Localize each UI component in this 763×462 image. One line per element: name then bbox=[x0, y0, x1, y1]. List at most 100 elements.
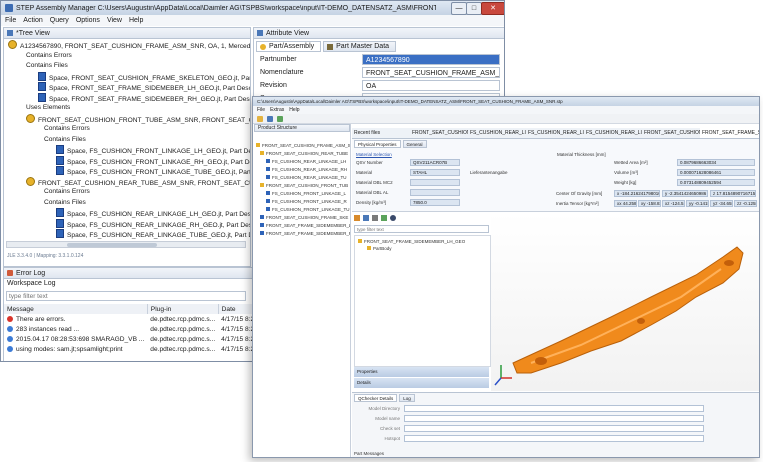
tree-row[interactable]: Contains Errors bbox=[44, 187, 90, 197]
horizontal-scrollbar[interactable] bbox=[6, 241, 246, 248]
viewer-menu-extras[interactable]: Extras bbox=[270, 107, 284, 113]
inertia-value[interactable]: xz -124.51 bbox=[662, 200, 685, 207]
menu-view[interactable]: View bbox=[107, 17, 122, 24]
maximize-button[interactable]: □ bbox=[466, 2, 482, 15]
file-tab[interactable]: FRONT_SEAT_FRAME_SID... bbox=[700, 128, 759, 138]
properties-bar[interactable]: Properties bbox=[354, 367, 489, 377]
inertia-value[interactable]: zz -0.1258 bbox=[734, 200, 757, 207]
log-row[interactable]: 2015.04.17 08:28:53:698 SMARAGD_VB ... de… bbox=[4, 334, 257, 344]
ps-tree-row[interactable]: FS_CUSHION_FRONT_LINKAGE_L bbox=[266, 190, 346, 197]
qc-value-field[interactable] bbox=[404, 405, 704, 412]
ps-tree-row[interactable]: FS_CUSHION_REAR_LINKAGE_RH bbox=[266, 166, 347, 173]
tree-row[interactable]: Space, FS_CUSHION_FRONT_LINKAGE_RH_GEO.j… bbox=[56, 155, 250, 166]
tab-product-structure[interactable]: Product Structure bbox=[254, 124, 350, 132]
file-tab[interactable]: FS_CUSHION_REAR_LINKA... bbox=[468, 128, 528, 138]
ps-tree-row[interactable]: FS_CUSHION_FRONT_LINKAGE_TU bbox=[266, 206, 350, 213]
details-bar[interactable]: Details bbox=[354, 378, 489, 388]
scrollbar-thumb[interactable] bbox=[67, 243, 157, 247]
property-value[interactable]: STAHL bbox=[410, 169, 460, 176]
viewer-menu-help[interactable]: Help bbox=[289, 107, 299, 113]
ps-tree-row[interactable]: FRONT_SEAT_CUSHION_FRAME_ASM_S bbox=[256, 142, 350, 149]
tab-attribute-view[interactable]: Attribute View bbox=[254, 28, 504, 39]
tab-error-log[interactable]: Error Log bbox=[4, 268, 257, 279]
geo-icon-5[interactable] bbox=[390, 215, 396, 221]
attribute-value-field[interactable]: FRONT_SEAT_CUSHION_FRAME_ASM_SNR bbox=[362, 67, 500, 78]
tree-row[interactable]: Contains Errors bbox=[26, 51, 72, 61]
menu-query[interactable]: Query bbox=[50, 17, 69, 24]
inertia-value[interactable]: yz -34.6581 bbox=[710, 200, 733, 207]
log-row[interactable]: There are errors. de.pdtec.rcp.pdmc.s... 4… bbox=[4, 314, 257, 324]
qc-value-field[interactable] bbox=[404, 435, 704, 442]
tree-row[interactable]: Space, FS_CUSHION_FRONT_LINKAGE_TUBE_GEO… bbox=[56, 166, 250, 176]
geo-tree-child[interactable]: PartBody bbox=[367, 245, 392, 252]
geo-filter-input[interactable] bbox=[354, 225, 489, 233]
close-button[interactable]: ✕ bbox=[481, 2, 504, 15]
file-tab[interactable]: Recent files bbox=[352, 128, 412, 138]
tab-log[interactable]: Log bbox=[399, 394, 415, 402]
geo-icon-1[interactable] bbox=[354, 215, 360, 221]
menu-help[interactable]: Help bbox=[129, 17, 143, 24]
tab-part-assembly[interactable]: Part/Assembly bbox=[256, 41, 322, 52]
ps-tree-row[interactable]: FRONT_SEAT_CUSHION_FRONT_TUB bbox=[260, 182, 348, 189]
geo-tree-root[interactable]: FRONT_SEAT_FRAME_SIDEMEMBER_LH_GEO bbox=[358, 238, 465, 245]
tab-tree-view[interactable]: *Tree View bbox=[4, 28, 250, 39]
error-log-filter-input[interactable] bbox=[6, 291, 246, 301]
property-value[interactable]: 7850.0 bbox=[410, 199, 460, 206]
ps-tree-row[interactable]: FRONT_SEAT_FRAME_SIDEMEMBER_L bbox=[260, 222, 350, 229]
ps-tree-row[interactable]: FRONT_SEAT_CUSHION_FRAME_SKE bbox=[260, 214, 348, 221]
attribute-value-field[interactable]: OA bbox=[362, 80, 500, 91]
tree-row[interactable]: Space, FRONT_SEAT_CUSHION_FRAME_SKELETON… bbox=[38, 71, 250, 82]
tree-row[interactable]: Space, FS_CUSHION_FRONT_LINKAGE_LH_GEO.j… bbox=[56, 145, 250, 155]
property-value[interactable] bbox=[410, 189, 460, 196]
cog-value[interactable]: z 17.8154890716715 bbox=[710, 190, 756, 197]
tab-part-master-data[interactable]: Part Master Data bbox=[323, 41, 397, 52]
file-tab[interactable]: FS_CUSHION_REAR_LINKA... bbox=[526, 128, 586, 138]
geo-icon-4[interactable] bbox=[381, 215, 387, 221]
property-value[interactable] bbox=[410, 179, 460, 186]
tree-row[interactable]: Space, FRONT_SEAT_FRAME_SIDEMEBER_RH_GEO… bbox=[38, 92, 250, 103]
inertia-value[interactable]: yy -0.1415 bbox=[686, 200, 709, 207]
3d-viewport[interactable] bbox=[491, 213, 759, 391]
geo-icon-2[interactable] bbox=[363, 215, 369, 221]
tree-row[interactable]: Contains Files bbox=[26, 61, 68, 71]
tree-row[interactable]: Space, FS_CUSHION_REAR_LINKAGE_RH_GEO.jt… bbox=[56, 218, 250, 229]
col-message[interactable]: Message bbox=[4, 304, 148, 314]
geo-icon-3[interactable] bbox=[372, 215, 378, 221]
ps-tree-row[interactable]: FS_CUSHION_REAR_LINKAGE_LH bbox=[266, 158, 346, 165]
ps-tree-row[interactable]: FRONT_SEAT_FRAME_SIDEMEMBER_R bbox=[260, 230, 350, 237]
minimize-button[interactable]: — bbox=[451, 2, 467, 15]
tree-row[interactable]: Uses Elements bbox=[26, 103, 70, 113]
tree-row[interactable]: Contains Errors bbox=[44, 124, 90, 134]
qc-value-field[interactable] bbox=[404, 425, 704, 432]
tree-row[interactable]: FRONT_SEAT_CUSHION_REAR_TUBE_ASM_SNR, FR… bbox=[26, 176, 250, 187]
property-value[interactable]: QSV211ACR07B bbox=[410, 159, 460, 166]
tree-row[interactable]: Space, FS_CUSHION_REAR_LINKAGE_TUBE_GEO.… bbox=[56, 229, 250, 239]
tab-physical-properties[interactable]: Physical Properties bbox=[354, 140, 401, 148]
ps-tree-row[interactable]: FS_CUSHION_FRONT_LINKAGE_R bbox=[266, 198, 347, 205]
log-row[interactable]: using modes: sam.jt;spsamlight;print de.p… bbox=[4, 344, 257, 354]
viewer-menu-file[interactable]: File bbox=[257, 107, 265, 113]
attribute-value-field[interactable]: A1234567890 bbox=[362, 54, 500, 65]
tree-row[interactable]: Contains Files bbox=[44, 135, 86, 145]
tree-row[interactable]: FRONT_SEAT_CUSHION_FRONT_TUBE_ASM_SNR, F… bbox=[26, 113, 250, 124]
property-value[interactable]: 0.073148809452594 bbox=[677, 179, 755, 186]
refresh-icon[interactable] bbox=[277, 115, 283, 122]
menu-action[interactable]: Action bbox=[23, 17, 42, 24]
ps-tree-row[interactable]: FRONT_SEAT_CUSHION_REAR_TUBE bbox=[260, 150, 348, 157]
inertia-value[interactable]: xy -158.83 bbox=[638, 200, 661, 207]
property-value[interactable]: 0.000071628086461 bbox=[677, 169, 755, 176]
tree-row[interactable]: Contains Files bbox=[44, 198, 86, 208]
cog-value[interactable]: x -184.2162417980108 bbox=[614, 190, 660, 197]
tab-general[interactable]: General bbox=[402, 140, 427, 148]
menu-file[interactable]: File bbox=[5, 17, 16, 24]
open-icon[interactable] bbox=[257, 115, 263, 122]
tree-row[interactable]: Space, FRONT_SEAT_FRAME_SIDEMEBER_LH_GEO… bbox=[38, 82, 250, 92]
tab-qchecker-details[interactable]: QChecker Details bbox=[354, 394, 398, 402]
file-tab[interactable]: FS_CUSHION_REAR_LINKA... bbox=[584, 128, 644, 138]
tree-row[interactable]: A1234567890, FRONT_SEAT_CUSHION_FRAME_AS… bbox=[8, 40, 250, 50]
tree-row[interactable]: Space, FS_CUSHION_REAR_LINKAGE_LH_GEO.jt… bbox=[56, 208, 250, 218]
inertia-value[interactable]: xx 44.25802 bbox=[614, 200, 637, 207]
ps-tree-row[interactable]: FS_CUSHION_REAR_LINKAGE_TU bbox=[266, 174, 347, 181]
cog-value[interactable]: y -2.3541424650986 bbox=[662, 190, 708, 197]
save-icon[interactable] bbox=[267, 115, 273, 122]
